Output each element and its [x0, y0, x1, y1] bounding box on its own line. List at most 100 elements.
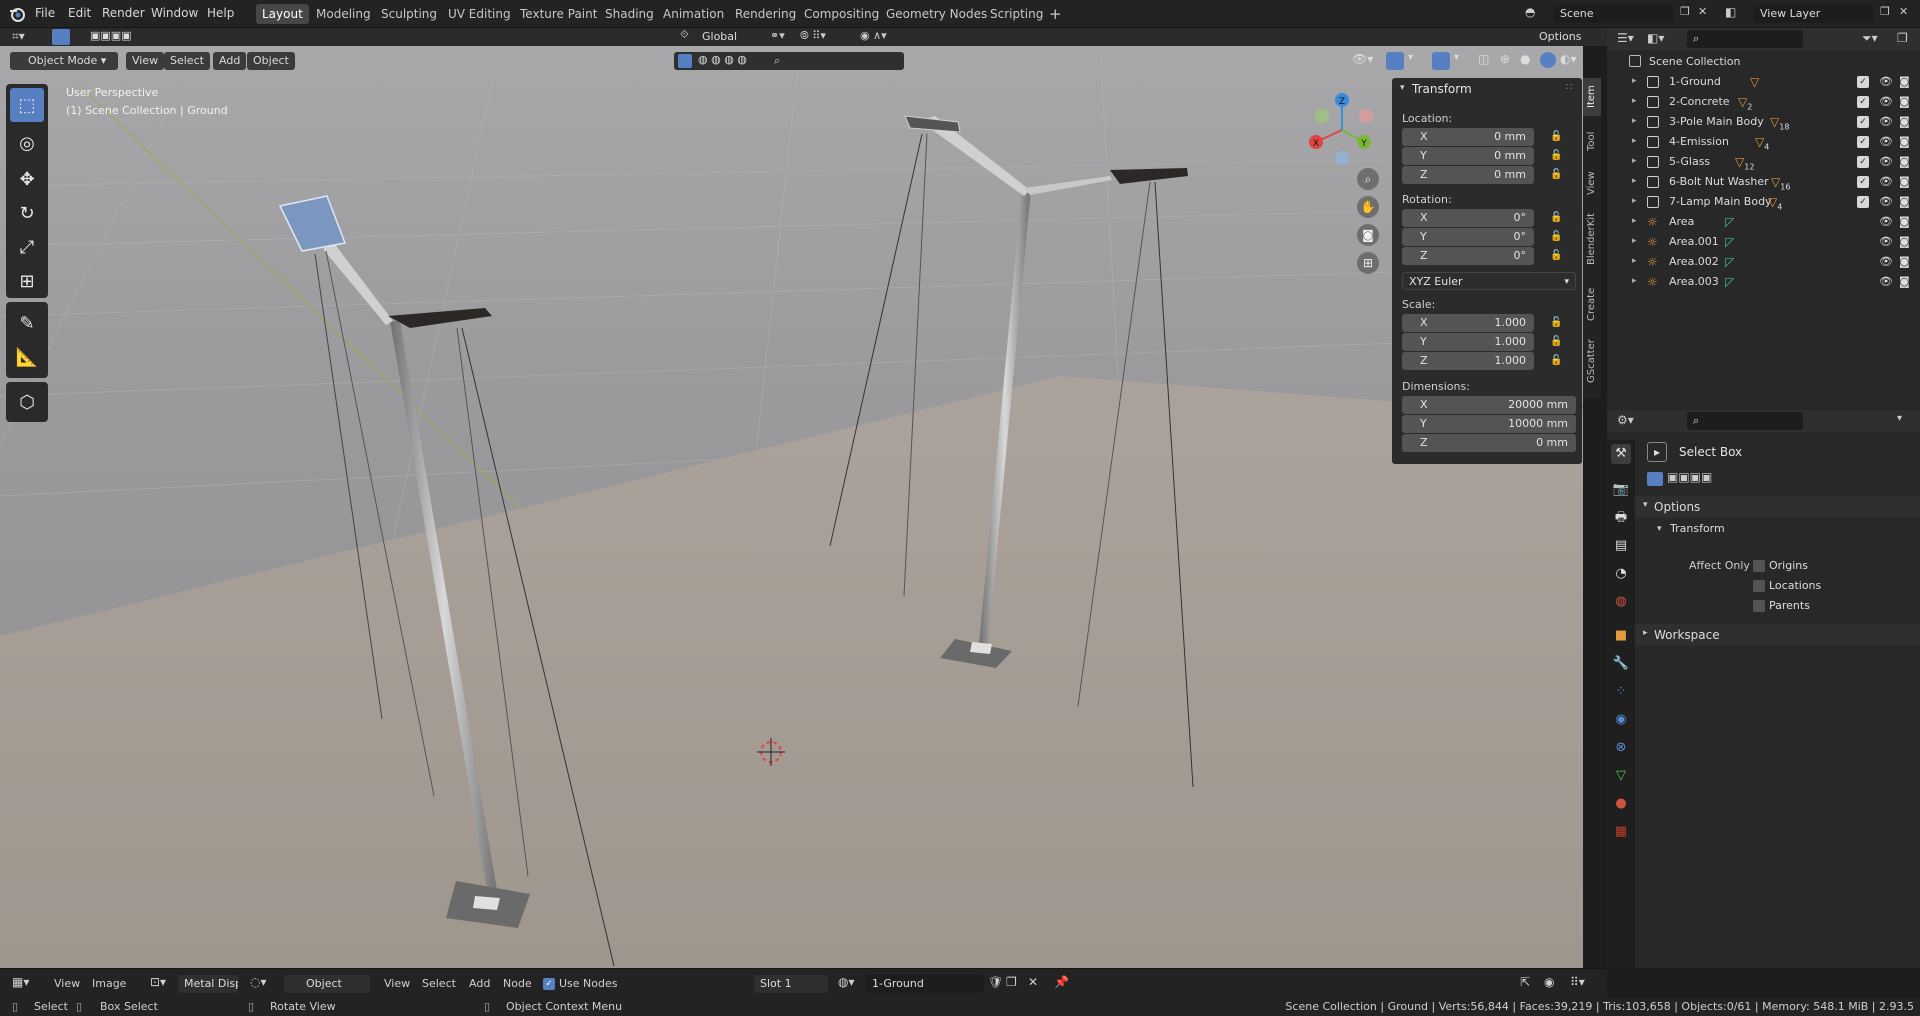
camera-icon[interactable]: ◙ — [1899, 275, 1910, 288]
measure-tool-icon[interactable]: 📐 — [10, 340, 44, 374]
dimensions-z-field[interactable]: Z 0 mm — [1402, 434, 1576, 452]
material-name-field[interactable]: 1-Ground — [866, 975, 984, 993]
outliner-item[interactable]: ▸ 2-Concrete ▽2 ✓ 👁 ◙ — [1607, 92, 1920, 112]
tab-view[interactable]: View — [1583, 168, 1601, 198]
view-layer-field[interactable]: View Layer — [1754, 5, 1874, 23]
transform-subpanel-label[interactable]: Transform — [1670, 522, 1725, 535]
camera-view-icon[interactable]: ◙ — [1357, 224, 1379, 246]
object-menu[interactable]: Object — [247, 52, 295, 70]
object-mode-dropdown[interactable]: Object Mode ▾ — [10, 52, 118, 70]
exclude-checkbox[interactable]: ✓ — [1857, 96, 1869, 108]
material-browse-icon[interactable]: ◍▾ — [838, 975, 855, 989]
unlink-material-icon[interactable]: ✕ — [1028, 975, 1038, 989]
exclude-checkbox[interactable]: ✓ — [1857, 116, 1869, 128]
duplicate-material-icon[interactable]: ❐ — [1006, 975, 1017, 989]
scene-tab-icon[interactable]: ◔ — [1611, 564, 1631, 584]
shading-wireframe-icon[interactable]: ⊕ — [1500, 52, 1510, 66]
menu-edit[interactable]: Edit — [68, 6, 91, 20]
dimensions-y-field[interactable]: Y 10000 mm — [1402, 415, 1576, 433]
annotate-tool-icon[interactable]: ✎ — [10, 306, 44, 340]
expand-arrow-icon[interactable]: ▸ — [1632, 176, 1637, 186]
eye-icon[interactable]: 👁 — [1879, 75, 1893, 88]
eye-icon[interactable]: 👁 — [1879, 195, 1893, 208]
tab-geometry-nodes[interactable]: Geometry Nodes — [886, 4, 987, 24]
proportional-edit-icon[interactable]: ◉ ∧▾ — [860, 29, 887, 42]
menu-window[interactable]: Window — [151, 6, 198, 20]
shading-rendered-icon[interactable]: ◐▾ — [1560, 52, 1577, 66]
view-menu[interactable]: View — [126, 52, 165, 70]
transform-panel-title[interactable]: Transform — [1412, 82, 1472, 96]
view-layer-icon[interactable]: ◧ — [1725, 5, 1736, 19]
outliner-item[interactable]: ▸ 6-Bolt Nut Washer ▽16 ✓ 👁 ◙ — [1607, 172, 1920, 192]
node-view-menu[interactable]: View — [384, 977, 410, 990]
visibility-icons[interactable]: ◍ ◍ ◍ ◍ — [698, 53, 747, 66]
render-tab-icon[interactable]: 📷 — [1611, 480, 1631, 500]
rotation-y-field[interactable]: Y 0° — [1402, 228, 1534, 246]
lock-icon[interactable]: 🔓 — [1550, 355, 1562, 367]
tab-animation[interactable]: Animation — [663, 4, 724, 24]
move-tool-icon[interactable]: ✥ — [10, 162, 44, 196]
tab-modeling[interactable]: Modeling — [316, 4, 371, 24]
rotation-z-field[interactable]: Z 0° — [1402, 247, 1534, 265]
location-y-field[interactable]: Y 0 mm — [1402, 147, 1534, 165]
add-cube-tool-icon[interactable]: ⬡ — [10, 385, 44, 419]
eye-icon[interactable]: 👁 — [1879, 155, 1893, 168]
outliner-search-input[interactable]: ⌕ — [1687, 30, 1803, 48]
shading-material-icon[interactable] — [1540, 52, 1556, 68]
panel-drag-icon[interactable]: ∷ — [1566, 82, 1572, 93]
outliner-item[interactable]: ▸ ☼ Area.003 ◸ 👁 ◙ — [1607, 272, 1920, 292]
cursor-tool-icon[interactable]: ◎ — [10, 126, 44, 160]
use-nodes-checkbox[interactable]: ✓ — [543, 978, 555, 990]
expand-arrow-icon[interactable]: ▸ — [1632, 96, 1637, 106]
expand-arrow-icon[interactable]: ▸ — [1632, 216, 1637, 226]
collection-filter-bar[interactable]: ◍ ◍ ◍ ◍ ⌕ — [674, 52, 904, 70]
eye-icon[interactable]: 👁 — [1879, 235, 1893, 248]
lock-icon[interactable]: 🔓 — [1550, 169, 1562, 181]
filter-icon[interactable] — [678, 54, 692, 68]
select-cursor-icon[interactable] — [52, 29, 70, 45]
properties-search-input[interactable]: ⌕ — [1687, 412, 1803, 430]
delete-view-layer-icon[interactable]: ✕ — [1899, 5, 1908, 18]
outliner-item[interactable]: ▸ ☼ Area.001 ◸ 👁 ◙ — [1607, 232, 1920, 252]
outliner-root[interactable]: Scene Collection — [1607, 52, 1920, 72]
rotate-tool-icon[interactable]: ↻ — [10, 196, 44, 230]
modifier-tab-icon[interactable]: 🔧 — [1611, 654, 1631, 674]
bottom-image-menu[interactable]: Image — [92, 977, 126, 990]
shader-type-icon[interactable]: ◌▾ — [250, 975, 267, 989]
rotation-x-field[interactable]: X 0° — [1402, 209, 1534, 227]
options-panel-header[interactable]: ▾ Options — [1635, 496, 1920, 518]
outliner-item[interactable]: ▸ 7-Lamp Main Body ▽4 ✓ 👁 ◙ — [1607, 192, 1920, 212]
select-mode-new-icon[interactable] — [1647, 472, 1663, 486]
dimensions-x-field[interactable]: X 20000 mm — [1402, 396, 1576, 414]
tab-shading[interactable]: Shading — [605, 4, 654, 24]
camera-icon[interactable]: ◙ — [1899, 75, 1910, 88]
fake-user-icon[interactable]: 🛡 — [988, 975, 1003, 989]
bottom-editor-type-icon[interactable]: ▦▾ — [12, 975, 29, 989]
particles-tab-icon[interactable]: ⁘ — [1611, 682, 1631, 702]
eye-icon[interactable]: 👁 — [1879, 175, 1893, 188]
tab-layout[interactable]: Layout — [256, 4, 309, 24]
expand-arrow-icon[interactable]: ▸ — [1632, 116, 1637, 126]
eye-icon[interactable]: 👁 — [1879, 215, 1893, 228]
location-x-field[interactable]: X 0 mm — [1402, 128, 1534, 146]
exclude-checkbox[interactable]: ✓ — [1857, 196, 1869, 208]
scale-z-field[interactable]: Z 1.000 — [1402, 352, 1534, 370]
snap-options-icon[interactable]: ⠿▾ — [1570, 975, 1585, 989]
eye-icon[interactable]: 👁 — [1879, 135, 1893, 148]
delete-scene-icon[interactable]: ✕ — [1698, 5, 1707, 18]
panel-collapse-icon[interactable]: ▾ — [1400, 83, 1405, 93]
properties-editor-type-icon[interactable]: ⚙▾ — [1617, 413, 1634, 427]
lock-icon[interactable]: 🔓 — [1550, 131, 1562, 143]
zoom-icon[interactable]: ⌕ — [1357, 168, 1379, 190]
expand-arrow-icon[interactable]: ▸ — [1632, 76, 1637, 86]
camera-icon[interactable]: ◙ — [1899, 135, 1910, 148]
pin-icon[interactable]: 📌 — [1054, 975, 1069, 989]
view-object-types-icon[interactable]: 👁▾ — [1352, 52, 1373, 66]
tool-tab-icon[interactable]: ⚒ — [1611, 444, 1631, 464]
camera-icon[interactable]: ◙ — [1899, 155, 1910, 168]
exclude-checkbox[interactable]: ✓ — [1857, 156, 1869, 168]
expand-arrow-icon[interactable]: ▸ — [1632, 136, 1637, 146]
eye-icon[interactable]: 👁 — [1879, 255, 1893, 268]
tab-gscatter[interactable]: GScatter — [1583, 336, 1601, 386]
chevron-down-icon[interactable]: ▾ — [1657, 524, 1662, 534]
